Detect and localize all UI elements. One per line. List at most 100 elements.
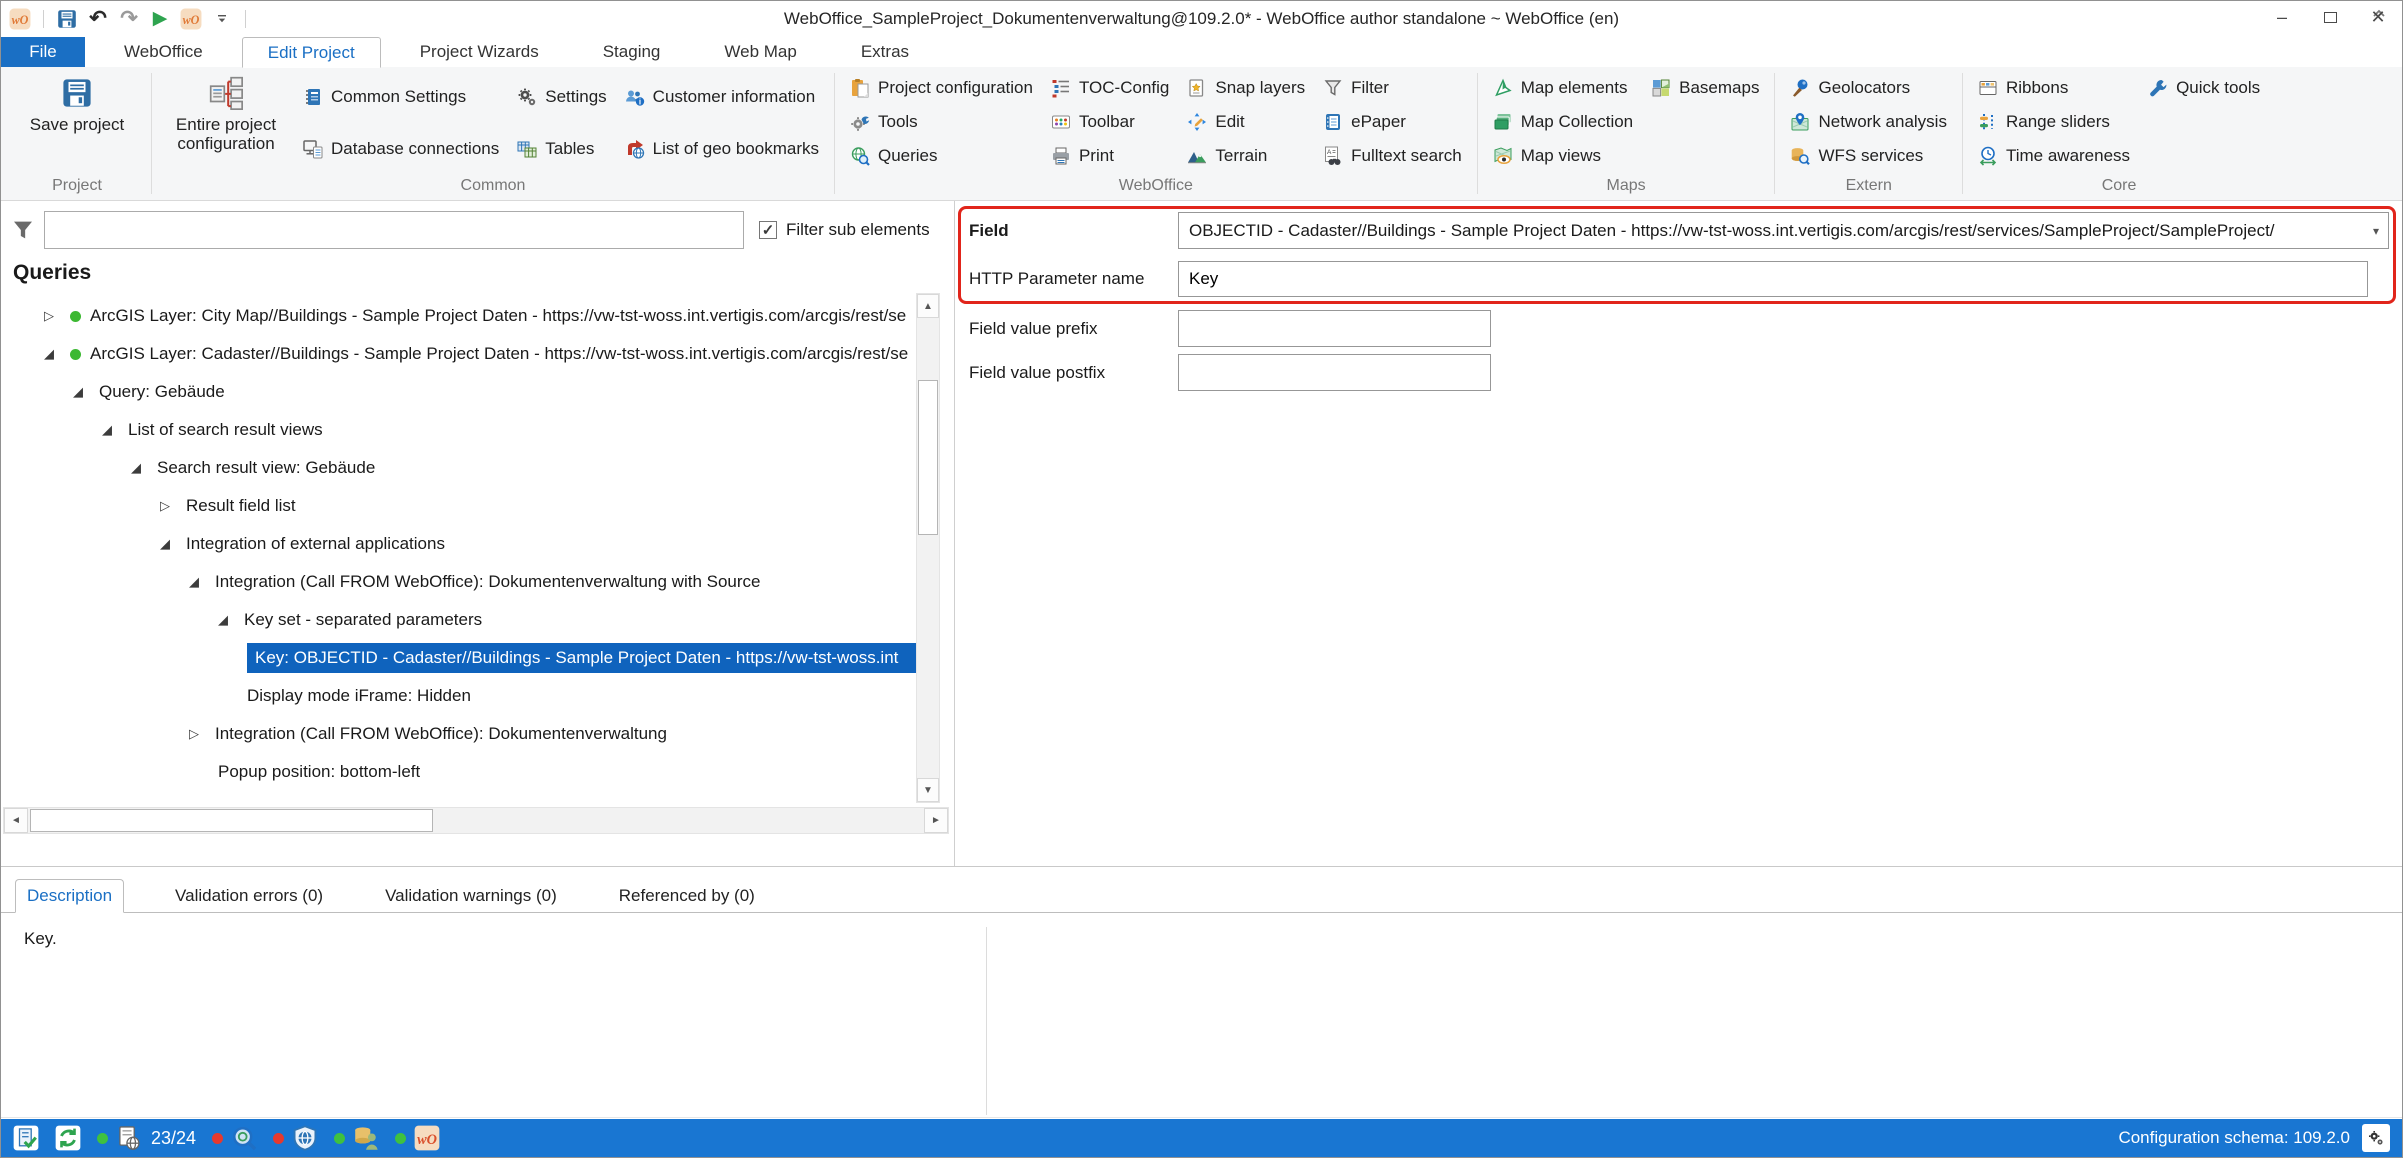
chevron-down-icon[interactable]: ▾ — [2373, 224, 2379, 238]
expanded-arrow-icon[interactable]: ◢ — [189, 574, 215, 590]
quick-tools-button[interactable]: Quick tools — [2139, 71, 2269, 105]
tables-button[interactable]: Tables — [508, 132, 615, 166]
redo-button[interactable]: ↷ — [116, 6, 142, 32]
bottom-tab-validation-warnings-0[interactable]: Validation warnings (0) — [374, 879, 568, 912]
expanded-arrow-icon[interactable]: ◢ — [102, 422, 128, 438]
map-elements-button[interactable]: Map elements — [1484, 71, 1642, 105]
tree-item[interactable]: ◢Search result view: Gebäude — [1, 449, 916, 487]
service-count-status[interactable]: 23/24 — [97, 1125, 196, 1151]
tree-item[interactable]: ◢ArcGIS Layer: Cadaster//Buildings - Sam… — [1, 335, 916, 373]
horizontal-scroll-track[interactable] — [28, 808, 924, 833]
tree-item[interactable]: Popup position: bottom-left — [1, 753, 916, 791]
ribbons-button[interactable]: Ribbons — [1969, 71, 2139, 105]
filter-input[interactable] — [44, 211, 744, 249]
geolocators-button[interactable]: Geolocators — [1781, 71, 1956, 105]
collapsed-arrow-icon[interactable]: ▷ — [160, 498, 186, 514]
scroll-up-button[interactable]: ▲ — [917, 294, 939, 318]
tree-item[interactable]: ◢Key set - separated parameters — [1, 601, 916, 639]
maximize-button[interactable] — [2306, 1, 2354, 33]
scroll-right-button[interactable]: ► — [924, 808, 948, 833]
app-logo-button[interactable]: wO — [7, 6, 33, 32]
database-connections-button[interactable]: Database connections — [294, 132, 508, 166]
tab-extras[interactable]: Extras — [836, 37, 934, 67]
customer-information-button[interactable]: iCustomer information — [616, 80, 828, 114]
entire-project-configuration-button[interactable]: Entire project configuration — [158, 71, 294, 175]
field-value-postfix-input[interactable] — [1178, 354, 1491, 391]
save-project-button[interactable]: Save project — [9, 71, 145, 175]
save-button[interactable] — [54, 6, 80, 32]
bottom-tab-referenced-by-0[interactable]: Referenced by (0) — [608, 879, 766, 912]
expanded-arrow-icon[interactable]: ◢ — [160, 536, 186, 552]
collapsed-arrow-icon[interactable]: ▷ — [189, 726, 215, 742]
expanded-arrow-icon[interactable]: ◢ — [218, 612, 244, 628]
expanded-arrow-icon[interactable]: ◢ — [131, 460, 157, 476]
vertical-scroll-thumb[interactable] — [918, 380, 938, 535]
common-settings-button[interactable]: Common Settings — [294, 80, 508, 114]
tab-weboffice[interactable]: WebOffice — [99, 37, 228, 67]
tree-item[interactable]: ◢List of search result views — [1, 411, 916, 449]
tab-staging[interactable]: Staging — [578, 37, 686, 67]
field-dropdown[interactable]: OBJECTID - Cadaster//Buildings - Sample … — [1178, 212, 2389, 249]
expanded-arrow-icon[interactable]: ◢ — [44, 346, 70, 362]
tree-item[interactable]: ◢Query: Gebäude — [1, 373, 916, 411]
bottom-tab-description[interactable]: Description — [15, 879, 124, 913]
weboffice-service-status[interactable]: wO — [395, 1125, 440, 1151]
toolbar-button[interactable]: Toolbar — [1042, 105, 1178, 139]
http-parameter-name-input[interactable] — [1178, 261, 2368, 297]
edit-button[interactable]: Edit — [1178, 105, 1314, 139]
tab-project-wizards[interactable]: Project Wizards — [395, 37, 564, 67]
toc-config-button[interactable]: TOC-Config — [1042, 71, 1178, 105]
print-button[interactable]: Print — [1042, 139, 1178, 173]
tab-edit-project[interactable]: Edit Project — [242, 37, 381, 68]
tree-vertical-scrollbar[interactable]: ▲ ▼ — [916, 293, 940, 803]
field-value-prefix-input[interactable] — [1178, 310, 1491, 347]
tree-item[interactable]: ▷Integration (Call FROM WebOffice): Doku… — [1, 715, 916, 753]
geo-bookmarks-button[interactable]: List of geo bookmarks — [616, 132, 828, 166]
scroll-left-button[interactable]: ◄ — [4, 808, 28, 833]
project-check-status[interactable] — [13, 1125, 39, 1151]
schema-settings-button[interactable] — [2362, 1124, 2390, 1152]
filter-sub-elements-checkbox[interactable]: ✓ — [759, 221, 777, 239]
queries-button[interactable]: Queries — [841, 139, 1042, 173]
fulltext-search-button[interactable]: AFulltext search — [1314, 139, 1471, 173]
snap-layers-button[interactable]: Snap layers — [1178, 71, 1314, 105]
minimize-button[interactable]: – — [2258, 1, 2306, 33]
map-views-button[interactable]: Map views — [1484, 139, 1642, 173]
tree-item[interactable]: ◢Integration of external applications — [1, 525, 916, 563]
search-service-status[interactable] — [212, 1125, 257, 1151]
project-configuration-button[interactable]: Project configuration — [841, 71, 1042, 105]
scroll-down-button[interactable]: ▼ — [917, 778, 939, 802]
basemaps-button[interactable]: Basemaps — [1642, 71, 1768, 105]
tree-item[interactable]: ▷ArcGIS Layer: City Map//Buildings - Sam… — [1, 297, 916, 335]
range-sliders-button[interactable]: Range sliders — [1969, 105, 2139, 139]
tree-item[interactable]: Display mode iFrame: Hidden — [1, 677, 916, 715]
horizontal-scroll-thumb[interactable] — [30, 809, 433, 832]
database-service-status[interactable] — [334, 1125, 379, 1151]
sync-status[interactable] — [55, 1125, 81, 1151]
epaper-button[interactable]: ePaper — [1314, 105, 1471, 139]
map-collection-button[interactable]: Map Collection — [1484, 105, 1642, 139]
network-analysis-button[interactable]: Network analysis — [1781, 105, 1956, 139]
tree-item[interactable]: Key: OBJECTID - Cadaster//Buildings - Sa… — [1, 639, 916, 677]
text-input[interactable] — [1189, 269, 2357, 289]
undo-button[interactable]: ↶ — [85, 6, 111, 32]
run-project-button[interactable]: ▶ — [147, 6, 173, 32]
customize-quick-access-button[interactable] — [209, 6, 235, 32]
tree-item[interactable]: ◢Integration (Call FROM WebOffice): Doku… — [1, 563, 916, 601]
close-button[interactable]: ✕ — [2354, 1, 2402, 33]
settings-button[interactable]: Settings — [508, 80, 615, 114]
geoservice-status[interactable] — [273, 1125, 318, 1151]
tab-web-map[interactable]: Web Map — [699, 37, 821, 67]
open-weboffice-button[interactable]: wO — [178, 6, 204, 32]
wfs-services-button[interactable]: WFS services — [1781, 139, 1956, 173]
filter-button[interactable]: Filter — [1314, 71, 1471, 105]
bottom-tab-validation-errors-0[interactable]: Validation errors (0) — [164, 879, 334, 912]
tools-button[interactable]: Tools — [841, 105, 1042, 139]
tree-item[interactable]: ▷Result field list — [1, 487, 916, 525]
text-input[interactable] — [1189, 363, 1480, 383]
time-awareness-button[interactable]: Time awareness — [1969, 139, 2139, 173]
text-input[interactable] — [1189, 319, 1480, 339]
expanded-arrow-icon[interactable]: ◢ — [73, 384, 99, 400]
tab-file[interactable]: File — [1, 37, 85, 67]
collapsed-arrow-icon[interactable]: ▷ — [44, 308, 70, 324]
